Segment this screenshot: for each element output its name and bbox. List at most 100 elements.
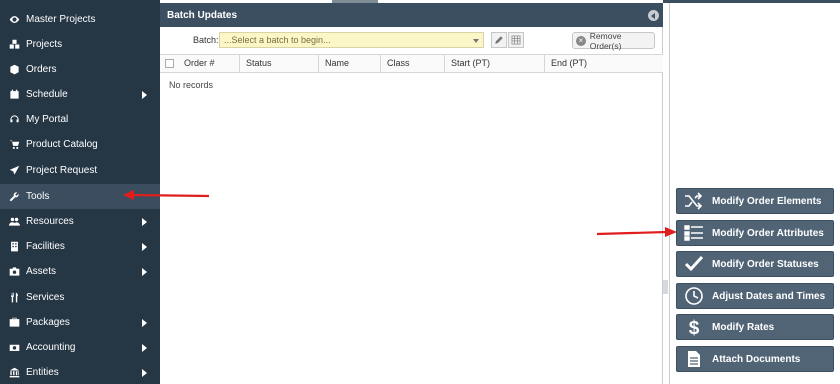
batch-toolbar: Batch: ...Select a batch to begin... × R… bbox=[160, 30, 663, 51]
right-top-bar bbox=[663, 0, 840, 3]
checkmark-icon bbox=[682, 254, 706, 274]
clock-icon bbox=[682, 286, 706, 306]
sidebar-item-label: Entities bbox=[26, 367, 59, 378]
sidebar-item-label: Accounting bbox=[26, 342, 76, 353]
chevron-right-icon bbox=[142, 368, 147, 377]
action-label: Adjust Dates and Times bbox=[712, 290, 826, 302]
modify-order-elements-button[interactable]: Modify Order Elements bbox=[676, 188, 834, 214]
panel-title: Batch Updates bbox=[167, 9, 238, 21]
list-icon bbox=[682, 223, 706, 243]
sidebar-item-accounting[interactable]: Accounting bbox=[0, 335, 160, 360]
sidebar-item-project-request[interactable]: Project Request bbox=[0, 158, 160, 183]
chevron-right-icon bbox=[142, 343, 147, 352]
modify-order-statuses-button[interactable]: Modify Order Statuses bbox=[676, 251, 834, 277]
grid-icon bbox=[511, 35, 521, 45]
action-label: Modify Order Attributes bbox=[712, 227, 824, 239]
column-header-end[interactable]: End (PT) bbox=[545, 55, 663, 72]
grid-view-button[interactable] bbox=[508, 32, 524, 48]
sidebar-item-projects[interactable]: Projects bbox=[0, 32, 160, 57]
sidebar-item-label: My Portal bbox=[26, 114, 69, 125]
document-icon bbox=[682, 349, 706, 369]
panel-header: Batch Updates bbox=[160, 3, 663, 27]
sidebar-item-resources[interactable]: Resources bbox=[0, 209, 160, 234]
app-root: Master Projects Projects Orders Schedule… bbox=[0, 0, 840, 384]
sidebar-item-master-projects[interactable]: Master Projects bbox=[0, 7, 160, 32]
dollar-icon: $ bbox=[682, 317, 706, 337]
shuffle-icon bbox=[682, 191, 706, 211]
select-all-checkbox[interactable] bbox=[165, 59, 174, 68]
modify-rates-button[interactable]: $ Modify Rates bbox=[676, 314, 834, 340]
chevron-right-icon bbox=[142, 90, 147, 99]
sidebar-item-label: Orders bbox=[26, 64, 57, 75]
column-header-class[interactable]: Class bbox=[381, 55, 445, 72]
column-header-status[interactable]: Status bbox=[240, 55, 319, 72]
sidebar-item-facilities[interactable]: Facilities bbox=[0, 234, 160, 259]
sidebar-item-label: Facilities bbox=[26, 241, 65, 252]
sidebar-item-label: Project Request bbox=[26, 165, 98, 176]
splitter[interactable] bbox=[669, 3, 670, 384]
eye-icon bbox=[7, 13, 21, 27]
batch-select-placeholder: ...Select a batch to begin... bbox=[224, 35, 331, 45]
chevron-right-icon bbox=[142, 267, 147, 276]
attach-documents-button[interactable]: Attach Documents bbox=[676, 346, 834, 372]
action-label: Modify Order Elements bbox=[712, 195, 822, 207]
empty-table-message: No records bbox=[169, 80, 214, 90]
adjust-dates-and-times-button[interactable]: Adjust Dates and Times bbox=[676, 283, 834, 309]
action-label: Attach Documents bbox=[712, 353, 801, 365]
svg-text:$: $ bbox=[689, 318, 700, 336]
sidebar-item-orders[interactable]: Orders bbox=[0, 57, 160, 82]
modify-order-attributes-button[interactable]: Modify Order Attributes bbox=[676, 220, 834, 246]
batch-select[interactable]: ...Select a batch to begin... bbox=[219, 32, 484, 48]
calendar-icon bbox=[7, 88, 21, 102]
sidebar-item-packages[interactable]: Packages bbox=[0, 310, 160, 335]
paper-plane-icon bbox=[7, 164, 21, 178]
annotation-arrow-tools bbox=[123, 190, 210, 200]
cart-icon bbox=[7, 138, 21, 152]
pencil-icon bbox=[495, 36, 503, 44]
column-header-name[interactable]: Name bbox=[319, 55, 381, 72]
sidebar-item-services[interactable]: Services bbox=[0, 285, 160, 310]
column-header-order[interactable]: Order # bbox=[178, 55, 240, 72]
cube-icon bbox=[7, 63, 21, 77]
money-icon bbox=[7, 341, 21, 355]
sidebar-item-label: Schedule bbox=[26, 89, 68, 100]
sidebar-item-label: Projects bbox=[26, 39, 63, 50]
users-icon bbox=[7, 215, 21, 229]
batch-label: Batch: bbox=[193, 35, 219, 45]
splitter-grip[interactable] bbox=[663, 280, 668, 294]
sidebar-item-entities[interactable]: Entities bbox=[0, 360, 160, 384]
edit-batch-button[interactable] bbox=[491, 32, 507, 48]
briefcase-icon bbox=[7, 316, 21, 330]
batch-updates-panel: Batch Updates Batch: ...Select a batch t… bbox=[160, 0, 663, 384]
action-label: Modify Rates bbox=[712, 321, 775, 333]
chevron-right-icon bbox=[142, 217, 147, 226]
sidebar-item-assets[interactable]: Assets bbox=[0, 259, 160, 284]
remove-orders-label: Remove Order(s) bbox=[589, 30, 622, 51]
sidebar-item-label: Product Catalog bbox=[26, 139, 98, 150]
sidebar-item-product-catalog[interactable]: Product Catalog bbox=[0, 132, 160, 157]
sidebar-item-label: Services bbox=[26, 292, 65, 303]
chevron-right-icon bbox=[142, 242, 147, 251]
orders-table-header: Order # Status Name Class Start (PT) End… bbox=[160, 54, 663, 73]
chevron-right-icon bbox=[142, 318, 147, 327]
column-header-start[interactable]: Start (PT) bbox=[445, 55, 545, 72]
action-label: Modify Order Statuses bbox=[712, 258, 819, 270]
cubes-icon bbox=[7, 38, 21, 52]
sidebar-item-label: Resources bbox=[26, 216, 74, 227]
sidebar-item-my-portal[interactable]: My Portal bbox=[0, 107, 160, 132]
chevron-down-icon bbox=[473, 39, 479, 43]
camera-icon bbox=[7, 265, 21, 279]
headset-icon bbox=[7, 113, 21, 127]
sidebar-item-label: Packages bbox=[26, 317, 70, 328]
remove-icon: × bbox=[576, 35, 586, 46]
bank-icon bbox=[7, 366, 21, 380]
annotation-arrow-attributes bbox=[596, 227, 677, 237]
building-icon bbox=[7, 240, 21, 254]
sidebar-item-schedule[interactable]: Schedule bbox=[0, 82, 160, 107]
wrench-icon bbox=[7, 190, 21, 204]
sidebar-item-label: Master Projects bbox=[26, 14, 96, 25]
remove-orders-button[interactable]: × Remove Order(s) bbox=[572, 30, 655, 51]
sidebar-item-label: Assets bbox=[26, 266, 57, 277]
collapse-panel-button[interactable] bbox=[648, 10, 659, 21]
utensils-icon bbox=[7, 291, 21, 305]
